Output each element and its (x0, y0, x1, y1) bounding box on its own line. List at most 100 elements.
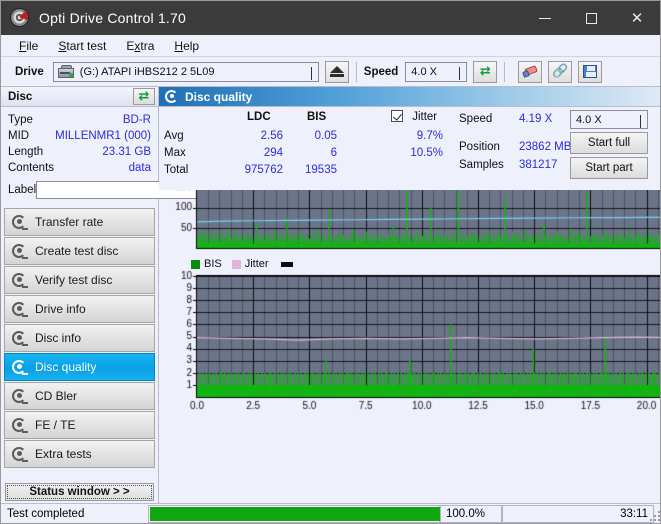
sidebar-item-cd-bler[interactable]: CD Bler (4, 382, 155, 410)
stats-position-label: Position (459, 141, 500, 153)
drive-icon (57, 65, 74, 78)
maximize-icon (585, 12, 597, 24)
disc-contents-label: Contents (8, 162, 55, 174)
menu-extra[interactable]: Extra (116, 37, 164, 55)
status-message: Test completed (2, 504, 148, 523)
sidebar-item-create-test-disc[interactable]: Create test disc (4, 237, 155, 265)
menu-bar: FFileile Start test Extra Help (1, 35, 660, 57)
stats-max-jitter: 10.5% (410, 147, 443, 159)
minimize-icon (539, 17, 551, 19)
jitter-checkbox-group[interactable]: Jitter (391, 110, 437, 123)
sidebar-item-label: Transfer rate (35, 215, 104, 229)
stats-row-max-label: Max (164, 147, 186, 159)
panel-header: Disc quality (159, 87, 660, 106)
sidebar-item-label: Verify test disc (35, 273, 113, 287)
chart-2-legend: BIS Jitter (191, 258, 293, 270)
sidebar-item-transfer-rate[interactable]: Transfer rate (4, 208, 155, 236)
close-button[interactable]: ✕ (614, 1, 660, 35)
stats-avg-jitter: 9.7% (416, 130, 443, 142)
stats-panel: LDC BIS Jitter Avg 2.56 0.05 9.7% Max 29… (159, 106, 660, 190)
stats-total-bis: 19535 (305, 164, 337, 176)
elapsed-time: 33:11 (502, 504, 654, 523)
disc-quality-icon (165, 90, 179, 103)
resize-grip-icon[interactable] (650, 511, 660, 521)
chain-icon: 🔗 (552, 64, 569, 79)
stats-position-value: 23862 MB (519, 141, 572, 153)
sidebar-item-extra-tests[interactable]: Extra tests (4, 440, 155, 468)
menu-file[interactable]: FFileile (9, 37, 48, 55)
drive-toolbar: Drive (G:) ATAPI iHBS212 2 5L09 Speed 4.… (1, 57, 660, 87)
legend-label-bis: BIS (204, 258, 222, 270)
disc-test-icon (11, 359, 28, 375)
jitter-checkbox[interactable] (391, 110, 403, 122)
disc-info-row: Type BD-R (8, 112, 151, 128)
speed-select-value: 4.0 X (411, 65, 437, 78)
erase-button[interactable] (518, 60, 543, 83)
sidebar-item-label: Extra tests (35, 447, 92, 461)
sidebar-item-label: FE / TE (35, 418, 76, 432)
speed-label: Speed (363, 65, 399, 78)
disc-label-row: Label (8, 180, 240, 200)
jitter-label: Jitter (412, 111, 438, 123)
start-full-button[interactable]: Start full (570, 132, 648, 154)
disc-test-icon (11, 301, 28, 317)
disc-mid-label: MID (8, 130, 30, 142)
disc-test-icon (11, 446, 28, 462)
stats-row-avg-label: Avg (164, 130, 184, 142)
status-window-button[interactable]: Status window > > (5, 483, 154, 501)
start-part-button[interactable]: Start part (570, 157, 648, 179)
disc-refresh-button[interactable]: ⇄ (133, 88, 155, 105)
legend-swatch-bis (191, 259, 200, 269)
stats-samples-value: 381217 (519, 159, 558, 171)
window-controls: ✕ (522, 1, 660, 35)
chevron-down-icon (459, 66, 461, 80)
stats-samples-label: Samples (459, 159, 504, 171)
test-speed-select[interactable]: 4.0 X (570, 110, 648, 129)
disc-info-row: MID MILLENMR1 (000) (8, 128, 151, 144)
drive-select[interactable]: (G:) ATAPI iHBS212 2 5L09 (52, 61, 319, 82)
toolbar-separator-2 (504, 61, 506, 82)
menu-help[interactable]: Help (164, 37, 209, 55)
disc-mid-value: MILLENMR1 (000) (55, 130, 151, 142)
main-area: Disc ⇄ Type BD-R MID MILLENMR1 (000) Len… (1, 87, 660, 505)
disc-label-caption: Label (8, 184, 37, 196)
title-bar: Opti Drive Control 1.70 ✕ (1, 1, 660, 35)
eject-button[interactable] (324, 60, 349, 83)
speed-select[interactable]: 4.0 X (405, 61, 468, 82)
legend-swatch-jitter (231, 259, 241, 269)
disc-type-value: BD-R (122, 114, 151, 126)
drive-label: Drive (15, 65, 44, 78)
refresh-button[interactable]: ⇄ (473, 60, 498, 83)
stats-max-ldc: 294 (263, 147, 283, 159)
disc-test-icon (11, 330, 28, 346)
eject-icon (329, 66, 344, 77)
left-panel: Disc ⇄ Type BD-R MID MILLENMR1 (000) Len… (1, 87, 240, 505)
toolbar-separator-1 (355, 61, 357, 82)
disc-length-label: Length (8, 146, 44, 158)
sidebar-item-fe-te[interactable]: FE / TE (4, 411, 155, 439)
sidebar-item-label: Disc quality (35, 360, 97, 374)
right-panel: Disc quality LDC Read speed Write speed … (159, 87, 660, 505)
sidebar-item-disc-quality[interactable]: Disc quality (4, 353, 155, 381)
save-button[interactable] (578, 60, 603, 83)
chart-bis-jitter[interactable] (159, 270, 660, 430)
progress-percent: 100.0% (440, 504, 502, 523)
stats-row-total-label: Total (164, 164, 189, 176)
stats-avg-bis: 0.05 (314, 130, 337, 142)
sidebar-item-verify-test-disc[interactable]: Verify test disc (4, 266, 155, 294)
sidebar-item-drive-info[interactable]: Drive info (4, 295, 155, 323)
minimize-button[interactable] (522, 1, 568, 35)
disc-test-icon (11, 243, 28, 259)
disc-test-icon (11, 272, 28, 288)
chevron-down-icon (640, 115, 641, 128)
sidebar-item-disc-info[interactable]: Disc info (4, 324, 155, 352)
save-icon (583, 65, 598, 78)
nav-list: Transfer rate Create test disc Verify te… (1, 208, 158, 468)
maximize-button[interactable] (568, 1, 614, 35)
stats-speed-value: 4.19 X (519, 113, 553, 125)
progress-bar (148, 504, 440, 523)
menu-start-test[interactable]: Start test (48, 37, 116, 55)
sidebar-item-label: Create test disc (35, 244, 119, 258)
stats-max-bis: 6 (330, 147, 337, 159)
chain-button[interactable]: 🔗 (548, 60, 573, 83)
